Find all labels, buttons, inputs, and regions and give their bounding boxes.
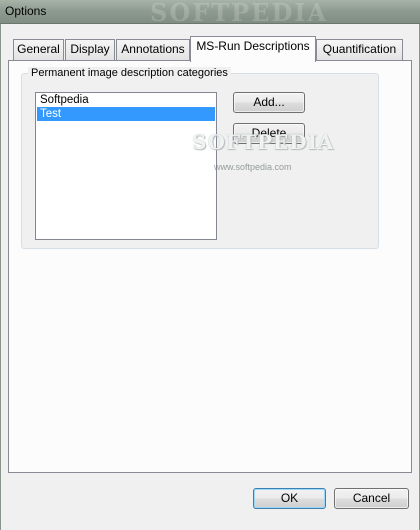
softpedia-watermark: SOFTPEDIA	[192, 130, 335, 154]
tab-general[interactable]: General	[13, 39, 64, 60]
window-border-left	[0, 24, 1, 530]
title-bar[interactable]: Options SOFTPEDIA	[0, 0, 420, 27]
add-button[interactable]: Add...	[233, 92, 305, 113]
tab-panel-ms-run-descriptions: Permanent image description categories S…	[8, 60, 412, 473]
tab-annotations[interactable]: Annotations	[116, 39, 190, 60]
tab-quantification[interactable]: Quantification	[316, 39, 403, 60]
group-label: Permanent image description categories	[28, 67, 231, 80]
description-categories-group: Permanent image description categories S…	[21, 67, 379, 249]
list-item[interactable]: Softpedia	[37, 93, 215, 107]
softpedia-url-watermark: www.softpedia.com	[214, 162, 292, 172]
options-dialog: Options SOFTPEDIA General Display Annota…	[0, 0, 420, 530]
title-watermark: SOFTPEDIA	[150, 0, 329, 27]
tab-strip: General Display Annotations MS-Run Descr…	[0, 36, 420, 62]
categories-listbox[interactable]: Softpedia Test	[35, 92, 217, 240]
tab-display[interactable]: Display	[65, 39, 115, 60]
tab-ms-run-descriptions[interactable]: MS-Run Descriptions	[190, 36, 316, 62]
window-title: Options	[5, 4, 47, 18]
cancel-button[interactable]: Cancel	[334, 488, 409, 509]
list-item-selected[interactable]: Test	[37, 107, 215, 121]
ok-button[interactable]: OK	[253, 488, 326, 509]
